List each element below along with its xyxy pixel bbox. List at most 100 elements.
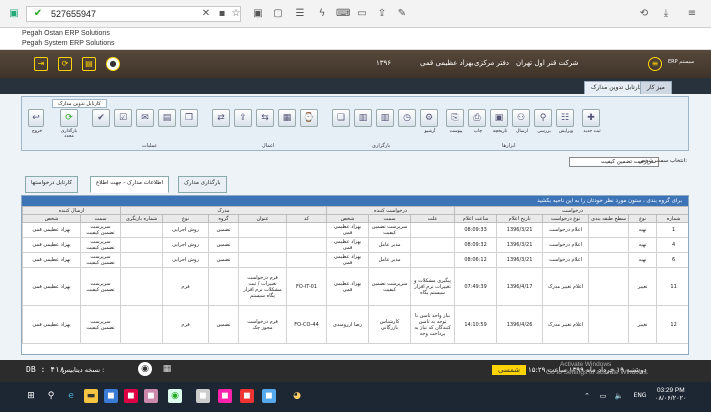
column-header[interactable]: نوع (162, 214, 210, 223)
keyboard-icon[interactable]: ⌨ (336, 8, 350, 20)
move-icon[interactable]: ⇄ (212, 109, 230, 127)
lang-indicator[interactable]: ENG (630, 389, 650, 403)
copy-icon[interactable]: ❐ (180, 109, 198, 127)
bookmark-erp[interactable]: Pegah Ostan ERP Solutions (22, 30, 110, 37)
column-header[interactable]: تاریخ اعلام (496, 214, 544, 223)
history-icon[interactable]: ⟲ (638, 8, 650, 20)
star-icon[interactable]: ☆ (230, 8, 242, 20)
column-header[interactable]: عنوان (238, 214, 288, 223)
files-icon[interactable]: ❏ (332, 109, 350, 127)
upload-icon[interactable]: ⇪ (234, 109, 252, 127)
browser-icon[interactable]: ◉ (168, 389, 182, 403)
folder-icon[interactable]: ▬ (84, 389, 98, 403)
column-header[interactable]: شماره (656, 214, 688, 223)
column-header[interactable]: ساعت اعلام (454, 214, 498, 223)
approve-icon[interactable]: ☑ (114, 109, 132, 127)
tab-icon[interactable]: ▣ (252, 8, 264, 20)
share-icon[interactable]: ⇪ (376, 8, 388, 20)
clock-icon[interactable]: ◷ (398, 109, 416, 127)
exit-icon[interactable]: ↩ (28, 109, 44, 127)
reload-icon[interactable]: ⟳ (60, 109, 78, 127)
table-row[interactable]: 6 تهیه اعلام درخواست 1396/3/21 08:06:12 مدیر … (22, 252, 688, 268)
people-icon[interactable]: ⚇ (512, 109, 530, 127)
volume-icon[interactable]: 🔈 (612, 389, 626, 403)
notification-bell-icon[interactable]: ◉ (138, 362, 152, 376)
column-header[interactable]: کد (286, 214, 328, 223)
app4-icon[interactable]: ◼ (240, 389, 254, 403)
column-header[interactable]: شخص (326, 214, 370, 223)
message-icon[interactable]: ✉ (136, 109, 154, 127)
lightning-icon[interactable]: ϟ (316, 8, 328, 20)
save-icon[interactable]: ▪ (216, 8, 228, 20)
view-icon[interactable]: ▣ (490, 109, 508, 127)
logout-icon[interactable]: ⇥ (34, 57, 48, 71)
window-icon[interactable]: ▤ (82, 57, 96, 71)
reader-icon[interactable]: ▢ (272, 8, 284, 20)
archive-icon[interactable]: ▦ (278, 109, 296, 127)
store-icon[interactable]: ◼ (104, 389, 118, 403)
add-doc-icon[interactable]: ✚ (582, 109, 600, 127)
exit-label[interactable]: خروج (25, 129, 49, 134)
tab-doc-info[interactable]: اطلاعات مدارک - جهت اطلاع (90, 176, 170, 193)
reload-label[interactable]: بارگذاری مجدد (57, 129, 81, 139)
windows-start-icon[interactable]: ⊞ (24, 389, 38, 403)
transfer-icon[interactable]: ⇆ (256, 109, 274, 127)
table-row[interactable]: 12 تغییر اعلام تغییر مدرک 1396/4/26 14:10:59… (22, 305, 688, 344)
cell-sperson: بهزاد عظیمی قمی (22, 252, 82, 268)
pen-icon[interactable]: ✎ (396, 8, 408, 20)
attach-icon[interactable]: ⎘ (446, 109, 464, 127)
tab-upload[interactable]: بارگذاری مدارک (178, 176, 227, 193)
bookmark-pegah[interactable]: Pegah System ERP Solutions (22, 40, 114, 47)
hamburger-icon[interactable]: ≡ (648, 57, 662, 71)
app2-icon[interactable]: ◼ (196, 389, 210, 403)
cell-reqtype: اعلام تغییر مدرک (542, 267, 590, 306)
report2-icon[interactable]: ▥ (376, 109, 394, 127)
system-clock[interactable]: 03:29 PM ۰۸/۰۶/۲۰۲۰ (655, 387, 687, 403)
table-row[interactable]: 4 تهیه اعلام درخواست 1396/3/21 08:09:32 مدیر … (22, 237, 688, 253)
calculator-icon[interactable]: ▦ (160, 362, 174, 376)
notes-icon[interactable]: ☰ (294, 8, 306, 20)
app-icon[interactable]: ◼ (124, 389, 138, 403)
column-header[interactable]: سمت (80, 214, 122, 223)
table-row[interactable]: 1 تهیه اعلام درخواست 1396/3/21 08:09:33 سرپرس… (22, 222, 688, 238)
media-icon[interactable]: ◼ (144, 389, 158, 403)
refresh-icon[interactable]: ⟳ (58, 57, 72, 71)
document-icon[interactable]: ▤ (158, 109, 176, 127)
column-header[interactable]: گروه (208, 214, 240, 223)
check-icon[interactable]: ✔ (92, 109, 110, 127)
search-doc-icon[interactable]: ⚲ (534, 109, 552, 127)
cell-reqtype: اعلام درخواست (542, 222, 590, 238)
column-header[interactable]: سطح طبقه بندی (588, 214, 630, 223)
column-header[interactable]: نوع (628, 214, 658, 223)
menu-icon[interactable]: ≡ (686, 8, 698, 20)
report-icon[interactable]: ▥ (354, 109, 372, 127)
table-row[interactable]: 11 تغییر اعلام تغییر مدرک 1396/4/17 07:49:39… (22, 267, 688, 306)
column-header[interactable]: شماره بازنگری (120, 214, 164, 223)
close-icon[interactable]: ✕ (200, 8, 212, 20)
tab-requests[interactable]: کارتابل درخواستها (25, 176, 78, 193)
app5-icon[interactable]: ◼ (262, 389, 276, 403)
cell-role: کارشناس بازرگانی (368, 305, 412, 344)
ribbon-tab[interactable]: کارتابل تدوین مدارک (52, 99, 107, 108)
tray-expand-icon[interactable]: ⌃ (580, 389, 594, 403)
fiscal-year[interactable]: ۱۳۹۶ (376, 59, 391, 67)
column-header[interactable]: علت (410, 214, 456, 223)
column-header[interactable]: سمت (368, 214, 412, 223)
screen-icon[interactable]: ▭ (356, 8, 368, 20)
edge-icon[interactable]: e (64, 389, 78, 403)
app3-icon[interactable]: ◼ (218, 389, 232, 403)
column-header[interactable]: شخص (22, 214, 82, 223)
history-doc-icon[interactable]: ⌚ (300, 109, 318, 127)
column-header[interactable]: نوع درخواست (542, 214, 590, 223)
calendar-badge[interactable]: شمسی (492, 365, 526, 375)
wheel-icon[interactable]: ⚙ (420, 109, 438, 127)
notification-icon[interactable]: ● (106, 57, 120, 71)
tab-desk[interactable]: میز کار (640, 81, 672, 94)
app6-icon[interactable]: ◕ (290, 389, 304, 403)
secure-icon: ✔ (33, 8, 43, 19)
list-icon[interactable]: ☷ (556, 109, 574, 127)
download-icon[interactable]: ⤓ (660, 8, 672, 20)
print-icon[interactable]: ⎙ (468, 109, 486, 127)
network-icon[interactable]: ▭ (596, 389, 610, 403)
search-icon[interactable]: ⚲ (44, 389, 58, 403)
